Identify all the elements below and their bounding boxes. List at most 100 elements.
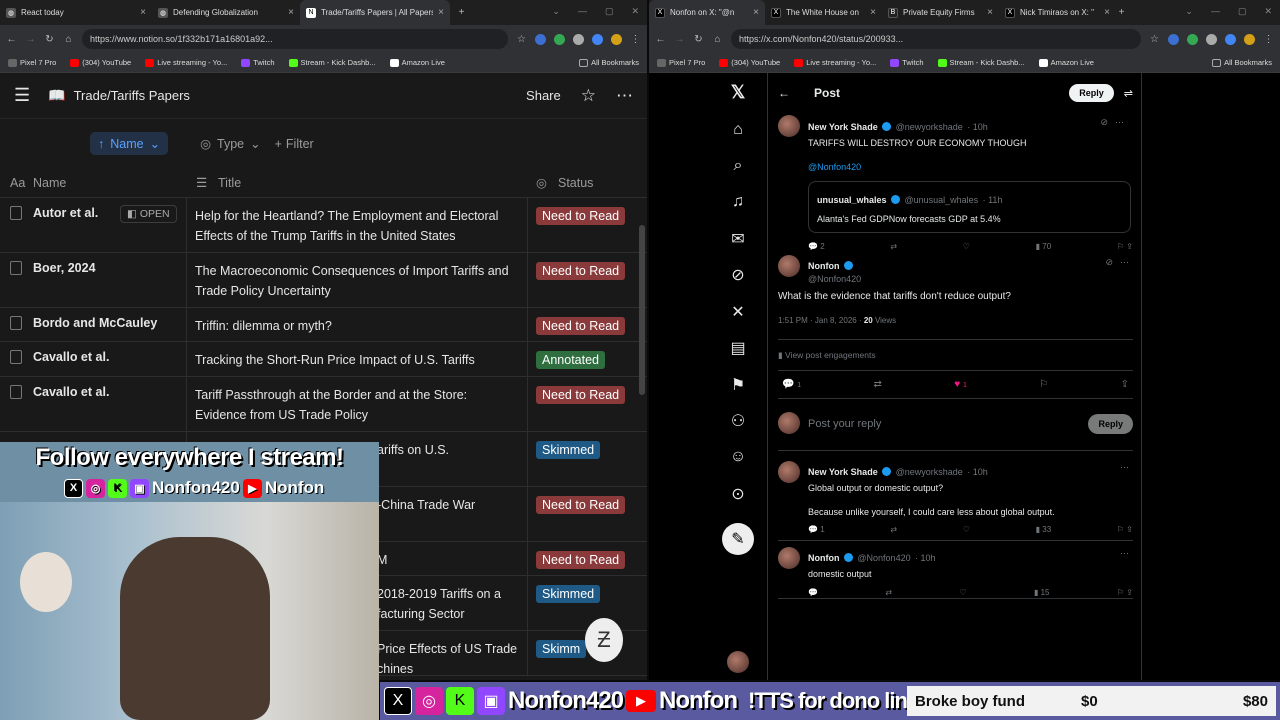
url-bar[interactable]: https://x.com/Nonfon420/status/200933... xyxy=(731,29,1141,49)
bookmark-item[interactable]: Live streaming - Yo... xyxy=(145,58,227,67)
handle[interactable]: @newyorkshade xyxy=(896,467,963,477)
more-icon[interactable]: ⋯ xyxy=(1120,257,1129,268)
back-icon[interactable]: ← xyxy=(655,34,666,45)
handle[interactable]: @Nonfon420 xyxy=(857,553,910,563)
communities-icon[interactable]: ⚇ xyxy=(727,410,749,432)
tab-search-icon[interactable]: ⌄ xyxy=(552,6,560,17)
open-button[interactable]: ◧ OPEN xyxy=(120,205,177,223)
home-icon[interactable]: ⌂ xyxy=(712,34,723,45)
notion-ai-icon[interactable]: Ƶ xyxy=(585,618,623,662)
compose-post-icon[interactable]: ✎ xyxy=(722,523,754,555)
x-logo-icon[interactable]: 𝕏 xyxy=(727,81,749,103)
bookmark-item[interactable]: (304) YouTube xyxy=(719,58,780,67)
search-icon[interactable]: ⌕ xyxy=(727,155,749,177)
extension-icon[interactable] xyxy=(573,33,584,45)
reply-input[interactable]: Post your reply xyxy=(808,418,881,430)
bookmark-icon[interactable]: ⚐ ⇪ xyxy=(1117,525,1133,534)
more-options-icon[interactable]: ⋯ xyxy=(616,86,633,106)
forward-icon[interactable]: → xyxy=(674,34,685,45)
bookmark-item[interactable]: Pixel 7 Pro xyxy=(657,58,705,67)
grok-icon[interactable]: ⊘ xyxy=(1100,117,1108,128)
quoted-tweet[interactable]: unusual_whales @unusual_whales · 11h Ala… xyxy=(808,181,1131,233)
extension-icon[interactable] xyxy=(1206,33,1217,45)
display-name[interactable]: Nonfon xyxy=(808,261,840,271)
hamburger-menu-icon[interactable]: ☰ xyxy=(14,85,30,106)
menu-icon[interactable]: ⋮ xyxy=(1263,34,1274,45)
more-icon[interactable]: ⋯ xyxy=(1115,117,1124,128)
bookmark-item[interactable]: (304) YouTube xyxy=(70,58,131,67)
column-header-status[interactable]: Status xyxy=(558,176,593,190)
close-window-icon[interactable]: ✕ xyxy=(1264,6,1272,17)
account-avatar[interactable] xyxy=(727,651,749,673)
retweet-icon[interactable]: ⇄ xyxy=(874,379,882,390)
back-icon[interactable]: ← xyxy=(6,34,17,45)
reply-tweet[interactable]: New York Shade @newyorkshade · 10h ⋯ Glo… xyxy=(778,461,1133,541)
handle[interactable]: @newyorkshade xyxy=(896,122,963,132)
new-tab-icon[interactable]: + xyxy=(1116,7,1127,18)
extension-icon[interactable] xyxy=(554,33,565,45)
tab-private-equity[interactable]: B Private Equity Firms × xyxy=(882,0,999,25)
tab-defending-globalization[interactable]: ◍ Defending Globalization × xyxy=(152,0,300,25)
bookmark-icon[interactable]: ⚐ ⇪ xyxy=(1117,588,1133,597)
new-tab-icon[interactable]: + xyxy=(456,7,467,18)
table-row[interactable]: Autor et al. ◧ OPEN Help for the Heartlan… xyxy=(0,198,647,253)
like-action[interactable]: ♥ 1 xyxy=(954,379,967,390)
share-button[interactable]: Share xyxy=(526,88,561,103)
table-row[interactable]: Cavallo et al. Tracking the Short-Run Pr… xyxy=(0,342,647,377)
more-icon[interactable]: ⋯ xyxy=(1120,548,1129,559)
like-icon[interactable]: ♡ xyxy=(963,525,970,534)
display-name[interactable]: New York Shade xyxy=(808,122,878,132)
profile-avatar[interactable] xyxy=(611,33,622,45)
close-icon[interactable]: × xyxy=(288,7,294,18)
bookmark-icon[interactable]: ⚐ xyxy=(1039,379,1048,390)
close-icon[interactable]: × xyxy=(1104,7,1110,18)
notifications-bell-icon[interactable]: ♫ xyxy=(727,191,749,213)
minimize-icon[interactable]: — xyxy=(1211,6,1220,17)
reload-icon[interactable]: ↻ xyxy=(44,34,55,45)
bookmark-item[interactable]: Pixel 7 Pro xyxy=(8,58,56,67)
reply-submit-button[interactable]: Reply xyxy=(1088,414,1133,434)
menu-icon[interactable]: ⋮ xyxy=(630,34,641,45)
bookmark-star-icon[interactable]: ☆ xyxy=(516,34,527,45)
url-bar[interactable]: https://www.notion.so/1f332b171a16801a92… xyxy=(82,29,508,49)
retweet-icon[interactable]: ⇄ xyxy=(885,588,892,597)
avatar[interactable] xyxy=(778,547,800,569)
parent-tweet[interactable]: New York Shade @newyorkshade · 10h ⋯ ⊘ T… xyxy=(778,115,1133,251)
like-icon[interactable]: ♡ xyxy=(959,588,966,597)
tab-trade-tariffs-papers[interactable]: N Trade/Tariffs Papers | All Papers × xyxy=(300,0,450,25)
premium-x-icon[interactable]: ✕ xyxy=(727,301,749,323)
engagements-link[interactable]: ▮ View post engagements xyxy=(778,339,1133,361)
all-bookmarks[interactable]: All Bookmarks xyxy=(579,58,639,67)
mention-link[interactable]: @Nonfon420 xyxy=(808,162,1128,172)
reload-icon[interactable]: ↻ xyxy=(693,34,704,45)
views-action[interactable]: ▮ 15 xyxy=(1034,588,1050,597)
more-icon[interactable]: ⋯ xyxy=(1120,462,1129,473)
close-icon[interactable]: × xyxy=(870,7,876,18)
bookmark-item[interactable]: Twitch xyxy=(241,58,275,67)
views-action[interactable]: ▮ 33 xyxy=(1036,525,1052,534)
all-bookmarks[interactable]: All Bookmarks xyxy=(1212,58,1272,67)
bookmarks-icon[interactable]: ⚑ xyxy=(727,374,749,396)
tab-search-icon[interactable]: ⌄ xyxy=(1185,6,1193,17)
extension-icon[interactable] xyxy=(535,33,546,45)
bookmark-item[interactable]: Live streaming - Yo... xyxy=(794,58,876,67)
forward-icon[interactable]: → xyxy=(25,34,36,45)
tab-nick-timiraos[interactable]: X Nick Timiraos on X: " × xyxy=(999,0,1116,25)
share-icon[interactable]: ⇪ xyxy=(1121,379,1129,390)
avatar[interactable] xyxy=(778,255,800,277)
extension-icon[interactable] xyxy=(592,33,603,45)
home-icon[interactable]: ⌂ xyxy=(727,119,749,141)
bookmark-star-icon[interactable]: ☆ xyxy=(1149,34,1160,45)
bookmark-item[interactable]: Amazon Live xyxy=(1038,58,1094,67)
back-arrow-icon[interactable]: ← xyxy=(778,86,790,100)
messages-icon[interactable]: ✉ xyxy=(727,228,749,250)
reply-icon[interactable]: 💬 xyxy=(808,588,818,597)
table-row[interactable]: Cavallo et al. Tariff Passthrough at the… xyxy=(0,377,647,432)
extension-icon[interactable] xyxy=(1168,33,1179,45)
avatar[interactable] xyxy=(778,115,800,137)
close-icon[interactable]: × xyxy=(987,7,993,18)
table-row[interactable]: Bordo and McCauley Triffin: dilemma or m… xyxy=(0,308,647,342)
sort-chip[interactable]: ↑ Name ⌄ xyxy=(90,132,169,155)
close-icon[interactable]: × xyxy=(140,7,146,18)
type-filter[interactable]: ◎ Type ⌄ xyxy=(200,136,261,152)
